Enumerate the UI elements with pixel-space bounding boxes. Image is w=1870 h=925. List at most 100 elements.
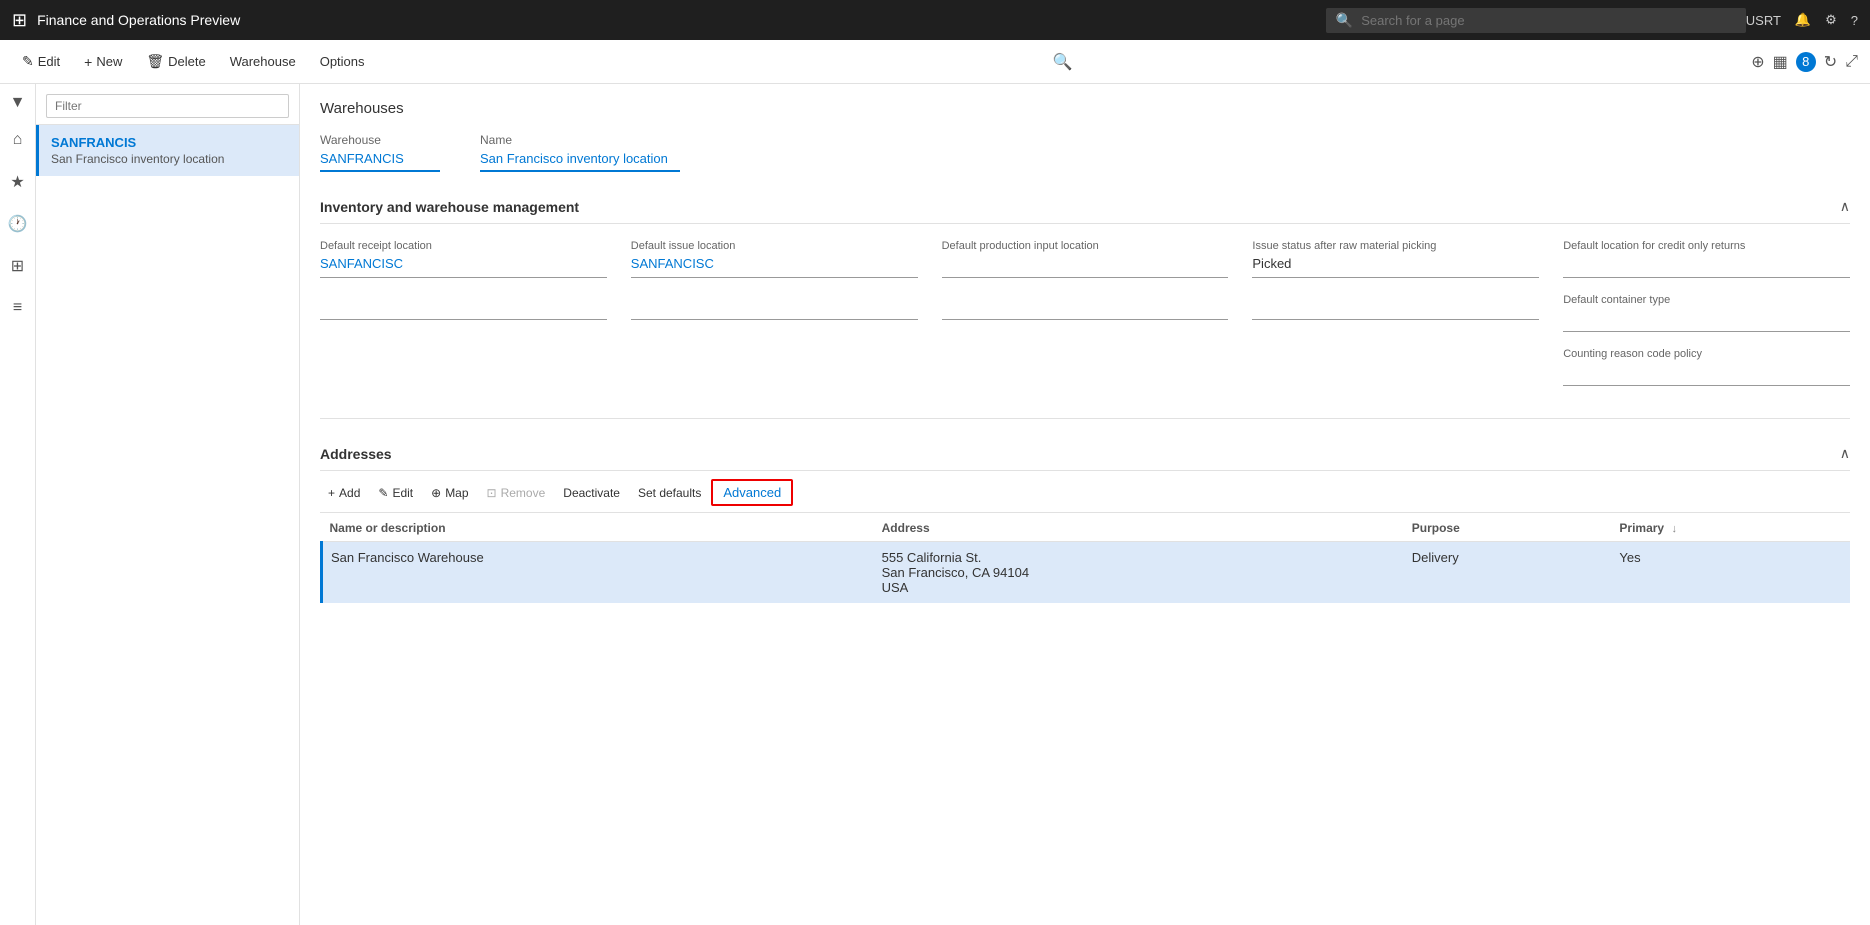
- col-purpose: Purpose: [1404, 513, 1612, 542]
- left-sidebar: ▼ ⌂ ★ 🕐 ⊞ ≡: [0, 84, 36, 925]
- row-name: San Francisco Warehouse: [322, 542, 874, 604]
- page-title: Warehouses: [320, 100, 1850, 117]
- sidebar-icon-favorites[interactable]: ★: [2, 166, 34, 198]
- field-prod-input: Default production input location: [942, 240, 1229, 278]
- user-label[interactable]: USRT: [1746, 13, 1781, 28]
- wh-col1-label: Warehouse: [320, 133, 440, 147]
- field-issue-value[interactable]: SANFANCISC: [631, 256, 918, 278]
- addresses-section-header[interactable]: Addresses ∧: [320, 435, 1850, 471]
- refresh-icon[interactable]: ↻: [1824, 52, 1837, 72]
- field-container-value[interactable]: [1563, 310, 1850, 332]
- list-panel-header: [36, 84, 299, 125]
- remove-address-button[interactable]: ⊡ Remove: [479, 482, 554, 504]
- top-nav: ⊞ Finance and Operations Preview 🔍 USRT …: [0, 0, 1870, 40]
- settings-icon[interactable]: ⚙: [1825, 12, 1837, 28]
- field-container-label: Default container type: [1563, 294, 1850, 306]
- field-prod-label: Default production input location: [942, 240, 1229, 252]
- sidebar-icon-list[interactable]: ≡: [2, 292, 34, 324]
- edit-icon: ✎: [22, 53, 34, 70]
- address-toolbar: + Add ✎ Edit ⊕ Map ⊡ Remove Deactivate S…: [320, 471, 1850, 513]
- field-empty3: [942, 294, 1229, 332]
- notification-icon[interactable]: 🔔: [1795, 12, 1811, 28]
- search-command-button[interactable]: 🔍: [1053, 52, 1073, 72]
- wh-col1-value: SANFRANCIS: [320, 151, 440, 172]
- field-credit-value[interactable]: [1563, 256, 1850, 278]
- field-counting-value[interactable]: [1563, 364, 1850, 386]
- field-issue-status: Issue status after raw material picking …: [1252, 240, 1539, 278]
- field-empty5: [320, 348, 607, 386]
- field-counting-policy: Counting reason code policy: [1563, 348, 1850, 386]
- app-title: Finance and Operations Preview: [37, 12, 1326, 28]
- search-icon: 🔍: [1336, 12, 1353, 29]
- field-status-value[interactable]: Picked: [1252, 256, 1539, 278]
- global-search[interactable]: 🔍: [1326, 8, 1746, 33]
- field-empty1: [320, 294, 607, 332]
- remove-icon: ⊡: [487, 486, 497, 500]
- nav-actions: USRT 🔔 ⚙ ?: [1746, 12, 1858, 28]
- plus-icon: +: [84, 54, 92, 70]
- field-counting-label: Counting reason code policy: [1563, 348, 1850, 360]
- inventory-section-header[interactable]: Inventory and warehouse management ∧: [320, 188, 1850, 224]
- sidebar-icon-recent[interactable]: 🕐: [2, 208, 34, 240]
- field-status-label: Issue status after raw material picking: [1252, 240, 1539, 252]
- row-purpose: Delivery: [1404, 542, 1612, 604]
- delete-button[interactable]: 🗑 Delete: [136, 47, 215, 76]
- col-name: Name or description: [322, 513, 874, 542]
- main-content: Warehouses Warehouse SANFRANCIS Name San…: [300, 84, 1870, 925]
- options-button[interactable]: Options: [310, 48, 375, 75]
- inventory-section: Inventory and warehouse management ∧ Def…: [320, 188, 1850, 402]
- field-credit-label: Default location for credit only returns: [1563, 240, 1850, 252]
- inventory-fields: Default receipt location SANFANCISC Defa…: [320, 224, 1850, 402]
- map-address-button[interactable]: ⊕ Map: [423, 482, 476, 504]
- add-address-button[interactable]: + Add: [320, 482, 368, 504]
- wh-col2-value: San Francisco inventory location: [480, 151, 680, 172]
- sidebar-icon-home[interactable]: ⌂: [2, 124, 34, 156]
- col-primary: Primary ↓: [1611, 513, 1850, 542]
- filter-sidebar-button[interactable]: ▼: [4, 92, 32, 114]
- new-button[interactable]: + New: [74, 48, 132, 76]
- field-credit-returns: Default location for credit only returns: [1563, 240, 1850, 278]
- deactivate-address-button[interactable]: Deactivate: [555, 482, 628, 504]
- field-empty8: [1252, 348, 1539, 386]
- personalize-icon[interactable]: ⊕: [1751, 52, 1764, 72]
- column-icon[interactable]: ▦: [1773, 52, 1788, 72]
- row-address: 555 California St.San Francisco, CA 9410…: [874, 542, 1404, 604]
- addresses-section-title: Addresses: [320, 446, 392, 462]
- field-container-type: Default container type: [1563, 294, 1850, 332]
- row-primary: Yes: [1611, 542, 1850, 604]
- filter-input[interactable]: [46, 94, 289, 118]
- col-address: Address: [874, 513, 1404, 542]
- addresses-section: Addresses ∧ + Add ✎ Edit ⊕ Map ⊡ Remove …: [320, 435, 1850, 603]
- grid-icon[interactable]: ⊞: [12, 10, 27, 31]
- list-item-sanfrancis[interactable]: SANFRANCIS San Francisco inventory locat…: [36, 125, 299, 176]
- warehouses-header: Warehouses Warehouse SANFRANCIS Name San…: [320, 100, 1850, 172]
- address-table: Name or description Address Purpose Prim…: [320, 513, 1850, 603]
- sort-icon: ↓: [1671, 523, 1677, 535]
- warehouse-button[interactable]: Warehouse: [220, 48, 306, 75]
- sidebar-icon-grid[interactable]: ⊞: [2, 250, 34, 282]
- warehouse-columns: Warehouse SANFRANCIS Name San Francisco …: [320, 133, 1850, 172]
- addresses-chevron-icon: ∧: [1840, 445, 1850, 462]
- badge-icon[interactable]: 8: [1796, 52, 1816, 72]
- inventory-chevron-icon: ∧: [1840, 198, 1850, 215]
- field-receipt-location: Default receipt location SANFANCISC: [320, 240, 607, 278]
- fullscreen-icon[interactable]: ⤢: [1845, 53, 1858, 71]
- list-item-title: SANFRANCIS: [51, 135, 287, 150]
- list-panel: SANFRANCIS San Francisco inventory locat…: [36, 84, 300, 925]
- field-receipt-value[interactable]: SANFANCISC: [320, 256, 607, 278]
- edit-address-button[interactable]: ✎ Edit: [370, 482, 421, 504]
- help-icon[interactable]: ?: [1851, 13, 1858, 28]
- field-empty2: [631, 294, 918, 332]
- edit-button[interactable]: ✎ Edit: [12, 47, 70, 76]
- inventory-section-title: Inventory and warehouse management: [320, 199, 579, 215]
- set-defaults-button[interactable]: Set defaults: [630, 482, 709, 504]
- advanced-button[interactable]: Advanced: [711, 479, 793, 506]
- field-empty6: [631, 348, 918, 386]
- search-input[interactable]: [1361, 13, 1736, 28]
- field-empty7: [942, 348, 1229, 386]
- wh-col1: Warehouse SANFRANCIS: [320, 133, 440, 172]
- plus-addr-icon: +: [328, 486, 335, 500]
- table-row[interactable]: San Francisco Warehouse 555 California S…: [322, 542, 1851, 604]
- field-prod-value[interactable]: [942, 256, 1229, 278]
- field-receipt-label: Default receipt location: [320, 240, 607, 252]
